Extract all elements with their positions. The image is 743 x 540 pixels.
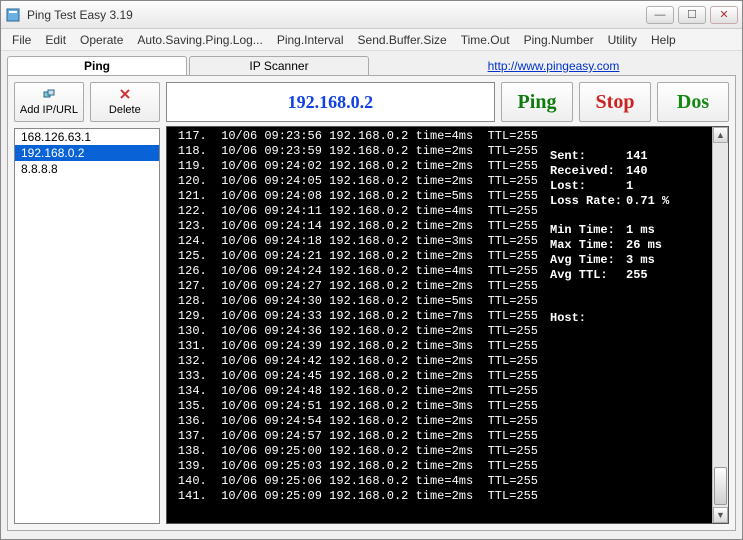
stats-avg-label: Avg Time:: [550, 253, 626, 268]
content-area: Add IP/URL Delete 168.126.63.1192.168.0.…: [7, 75, 736, 531]
stats-received-label: Received:: [550, 164, 626, 179]
menu-autosave[interactable]: Auto.Saving.Ping.Log...: [130, 31, 269, 49]
ip-list-item[interactable]: 8.8.8.8: [15, 161, 159, 177]
tab-ip-scanner[interactable]: IP Scanner: [189, 56, 369, 75]
menu-file[interactable]: File: [5, 31, 38, 49]
right-panel: 192.168.0.2 Ping Stop Dos 117. 10/06 09:…: [166, 76, 735, 530]
ping-button[interactable]: Ping: [501, 82, 573, 122]
menu-operate[interactable]: Operate: [73, 31, 130, 49]
menu-utility[interactable]: Utility: [601, 31, 644, 49]
dos-button[interactable]: Dos: [657, 82, 729, 122]
ip-listbox[interactable]: 168.126.63.1192.168.0.28.8.8.8: [14, 128, 160, 524]
stats-received-value: 140: [626, 164, 648, 179]
minimize-button[interactable]: —: [646, 6, 674, 24]
close-button[interactable]: ✕: [710, 6, 738, 24]
titlebar: Ping Test Easy 3.19 — ☐ ✕: [1, 1, 742, 29]
top-controls: 192.168.0.2 Ping Stop Dos: [166, 82, 729, 122]
stats-min-label: Min Time:: [550, 223, 626, 238]
scroll-thumb[interactable]: [714, 467, 727, 505]
left-panel: Add IP/URL Delete 168.126.63.1192.168.0.…: [8, 76, 166, 530]
menu-interval[interactable]: Ping.Interval: [270, 31, 351, 49]
scroll-down-button[interactable]: ▼: [713, 507, 728, 523]
menu-help[interactable]: Help: [644, 31, 683, 49]
stats-sent-label: Sent:: [550, 149, 626, 164]
window-title: Ping Test Easy 3.19: [27, 8, 646, 22]
ip-list-item[interactable]: 192.168.0.2: [15, 145, 159, 161]
stats-lossrate-value: 0.71 %: [626, 194, 669, 209]
tabrow: Ping IP Scanner http://www.pingeasy.com: [7, 53, 736, 75]
add-ip-button[interactable]: Add IP/URL: [14, 82, 84, 122]
current-ip-input[interactable]: 192.168.0.2: [166, 82, 495, 122]
stats-avgttl-value: 255: [626, 268, 648, 283]
stats-max-value: 26 ms: [626, 238, 662, 253]
menu-buffersize[interactable]: Send.Buffer.Size: [351, 31, 454, 49]
stats-lost-label: Lost:: [550, 179, 626, 194]
add-ip-label: Add IP/URL: [20, 104, 78, 116]
ping-log: 117. 10/06 09:23:56 192.168.0.2 time=4ms…: [167, 127, 542, 523]
ping-stats: Sent:141 Received:140 Lost:1 Loss Rate:0…: [542, 127, 712, 523]
log-scrollbar[interactable]: ▲ ▼: [712, 127, 728, 523]
terminal: 117. 10/06 09:23:56 192.168.0.2 time=4ms…: [166, 126, 729, 524]
stats-sent-value: 141: [626, 149, 648, 164]
menu-edit[interactable]: Edit: [38, 31, 73, 49]
stats-min-value: 1 ms: [626, 223, 655, 238]
stop-button[interactable]: Stop: [579, 82, 651, 122]
delete-ip-label: Delete: [109, 104, 141, 116]
ip-list-item[interactable]: 168.126.63.1: [15, 129, 159, 145]
menu-pingnumber[interactable]: Ping.Number: [517, 31, 601, 49]
left-buttons: Add IP/URL Delete: [14, 82, 160, 122]
menu-timeout[interactable]: Time.Out: [454, 31, 517, 49]
delete-icon: [119, 88, 131, 103]
homepage-link[interactable]: http://www.pingeasy.com: [371, 59, 736, 75]
stats-host-label: Host:: [550, 311, 626, 326]
scroll-up-button[interactable]: ▲: [713, 127, 728, 143]
tab-ping[interactable]: Ping: [7, 56, 187, 75]
stats-lossrate-label: Loss Rate:: [550, 194, 626, 209]
delete-ip-button[interactable]: Delete: [90, 82, 160, 122]
stats-avg-value: 3 ms: [626, 253, 655, 268]
stats-avgttl-label: Avg TTL:: [550, 268, 626, 283]
add-icon: [43, 88, 55, 103]
stats-lost-value: 1: [626, 179, 633, 194]
menubar: File Edit Operate Auto.Saving.Ping.Log..…: [1, 29, 742, 51]
stats-max-label: Max Time:: [550, 238, 626, 253]
maximize-button[interactable]: ☐: [678, 6, 706, 24]
window-controls: — ☐ ✕: [646, 6, 738, 24]
app-icon: [5, 7, 21, 23]
